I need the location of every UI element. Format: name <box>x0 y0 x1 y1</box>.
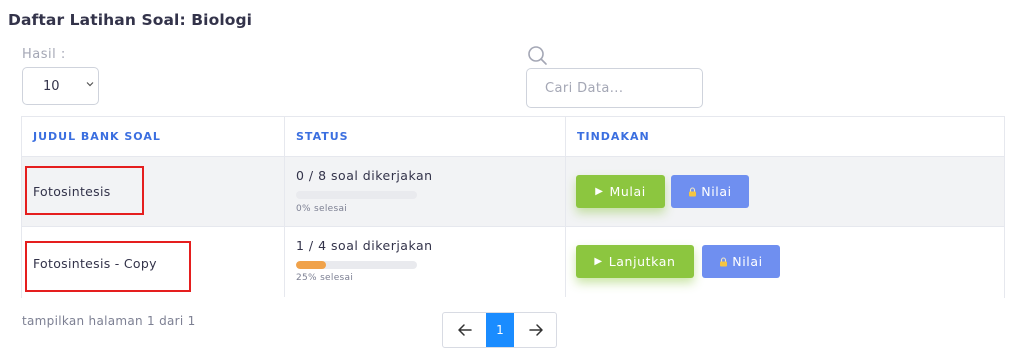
prev-page-button[interactable] <box>443 313 486 347</box>
grade-button[interactable]: Nilai <box>671 175 749 208</box>
lock-icon <box>720 256 728 266</box>
column-header-status: STATUS <box>296 130 349 143</box>
next-page-button[interactable] <box>514 313 557 347</box>
search-icon <box>528 46 547 65</box>
column-header-action: TINDAKAN <box>577 130 650 143</box>
continue-button[interactable]: ▶ Lanjutkan <box>576 245 694 278</box>
continue-button-label: Lanjutkan <box>608 254 676 269</box>
progress-bar <box>296 261 417 269</box>
page-title: Daftar Latihan Soal: Biologi <box>8 11 253 29</box>
progress-fill <box>296 261 327 269</box>
column-divider <box>284 117 285 297</box>
table-row: Fotosintesis 0 / 8 soal dikerjakan 0% se… <box>22 157 1004 227</box>
start-button[interactable]: ▶ Mulai <box>576 175 665 208</box>
start-button-label: Mulai <box>609 184 646 199</box>
chevron-down-icon <box>86 82 94 87</box>
arrow-left-icon <box>457 324 472 336</box>
annotation-highlight <box>25 166 144 215</box>
progress-bar <box>296 191 417 199</box>
progress-label: 25% selesai <box>296 273 354 283</box>
play-icon: ▶ <box>594 256 603 267</box>
page-info: tampilkan halaman 1 dari 1 <box>22 314 196 328</box>
status-text: 0 / 8 soal dikerjakan <box>296 168 433 183</box>
play-icon: ▶ <box>595 186 604 197</box>
grade-button-label: Nilai <box>732 254 763 269</box>
progress-label: 0% selesai <box>296 204 348 214</box>
results-label: Hasil : <box>22 47 66 62</box>
column-divider <box>565 117 566 297</box>
grade-button[interactable]: Nilai <box>702 245 780 278</box>
pagination: 1 <box>442 312 557 348</box>
search-input[interactable] <box>526 68 703 108</box>
grade-button-label: Nilai <box>701 184 732 199</box>
status-text: 1 / 4 soal dikerjakan <box>296 238 433 253</box>
page-number-current[interactable]: 1 <box>486 313 514 347</box>
results-per-page-select[interactable]: 10 <box>22 67 99 105</box>
arrow-right-icon <box>528 324 543 336</box>
results-per-page-value: 10 <box>43 79 60 94</box>
lock-icon <box>689 186 697 196</box>
table-header: JUDUL BANK SOAL STATUS TINDAKAN <box>22 117 1004 157</box>
annotation-highlight <box>25 241 191 292</box>
column-header-title: JUDUL BANK SOAL <box>33 130 161 143</box>
